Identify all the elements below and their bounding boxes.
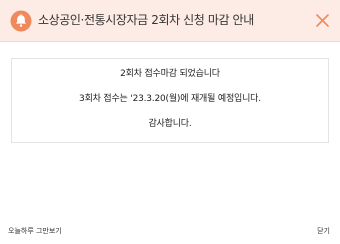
bell-icon [10,10,32,32]
notice-popup: 소상공인·전통시장자금 2회차 신청 마감 안내 2회차 접수마감 되었습니다 … [0,0,340,244]
popup-header: 소상공인·전통시장자금 2회차 신청 마감 안내 [0,0,340,42]
notice-line-thanks: 감사합니다. [148,119,192,129]
hide-today-link[interactable]: 오늘하루 그만보기 [8,226,62,236]
notice-line-reopen-date: 3회차 접수는 '23.3.20(월)에 재개될 예정입니다. [79,94,261,104]
close-link[interactable]: 닫기 [317,226,330,236]
notice-line-closed: 2회차 접수마감 되었습니다 [120,69,220,79]
popup-title: 소상공인·전통시장자금 2회차 신청 마감 안내 [38,13,254,27]
close-icon[interactable] [315,13,330,28]
notice-message-box: 2회차 접수마감 되었습니다 3회차 접수는 '23.3.20(월)에 재개될 … [11,58,329,143]
